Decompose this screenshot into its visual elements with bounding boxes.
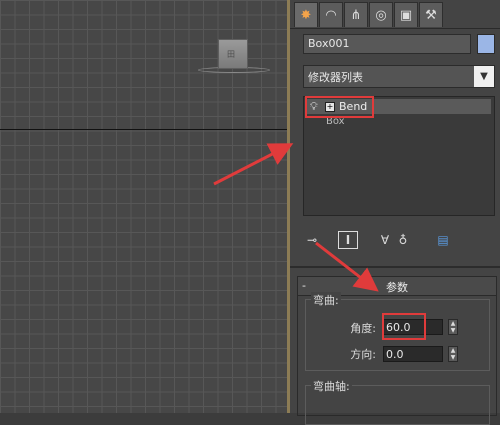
remove-modifier-icon[interactable]: ♁ — [395, 231, 411, 249]
direction-input[interactable]: 0.0 — [383, 346, 443, 362]
angle-input[interactable]: 60.0 — [383, 319, 443, 335]
bend-group-label: 弯曲: — [311, 292, 341, 308]
expand-plus-icon[interactable]: + — [325, 102, 335, 112]
tabs-divider — [290, 28, 500, 29]
grid-horizon-line — [0, 129, 289, 130]
stack-item-box-label[interactable]: Box — [326, 116, 345, 127]
viewport-perspective[interactable]: 田 — [0, 0, 289, 413]
stack-item-bend-label: Bend — [339, 100, 368, 113]
box-object[interactable]: 田 — [218, 39, 248, 69]
hierarchy-icon[interactable]: ⋔ — [344, 2, 368, 27]
motion-icon[interactable]: ◎ — [369, 2, 393, 27]
bend-axis-group-box: 弯曲轴: — [305, 378, 490, 425]
modify-icon[interactable]: ◠ — [319, 2, 343, 27]
direction-label: 方向: — [350, 348, 376, 361]
box-face-glyph: 田 — [227, 50, 235, 59]
configure-sets-icon[interactable]: ▤ — [434, 231, 452, 249]
utilities-icon[interactable]: ⚒ — [419, 2, 443, 27]
modifier-list-label: 修改器列表 — [308, 71, 363, 84]
bend-axis-group-label: 弯曲轴: — [311, 378, 352, 394]
stack-item-bend[interactable]: 💡︎ + Bend — [306, 99, 491, 114]
display-icon[interactable]: ▣ — [394, 2, 418, 27]
lightbulb-icon[interactable]: 💡︎ — [310, 100, 318, 114]
chevron-down-icon[interactable]: ▼ — [474, 66, 494, 87]
pin-stack-icon[interactable]: ⊸ — [304, 231, 320, 249]
object-color-swatch[interactable] — [477, 34, 495, 54]
show-end-result-icon[interactable]: I — [338, 231, 358, 249]
rollout-divider — [290, 266, 500, 268]
make-unique-icon[interactable]: ∀ — [376, 231, 394, 249]
panel-tabs: ✸ ◠ ⋔ ◎ ▣ ⚒ — [294, 2, 443, 30]
angle-label: 角度: — [350, 322, 376, 335]
modifier-list-dropdown[interactable]: 修改器列表 ▼ — [303, 65, 495, 88]
direction-spinner-icon[interactable]: ▲ ▼ — [448, 346, 458, 362]
modifier-stack[interactable]: 💡︎ + Bend Box — [303, 96, 495, 216]
stack-toolbar: ⊸ I ∀ ♁ ▤ — [304, 231, 500, 251]
create-icon[interactable]: ✸ — [294, 2, 318, 27]
angle-spinner-icon[interactable]: ▲ ▼ — [448, 319, 458, 335]
object-name-field[interactable]: Box001 — [303, 34, 471, 54]
